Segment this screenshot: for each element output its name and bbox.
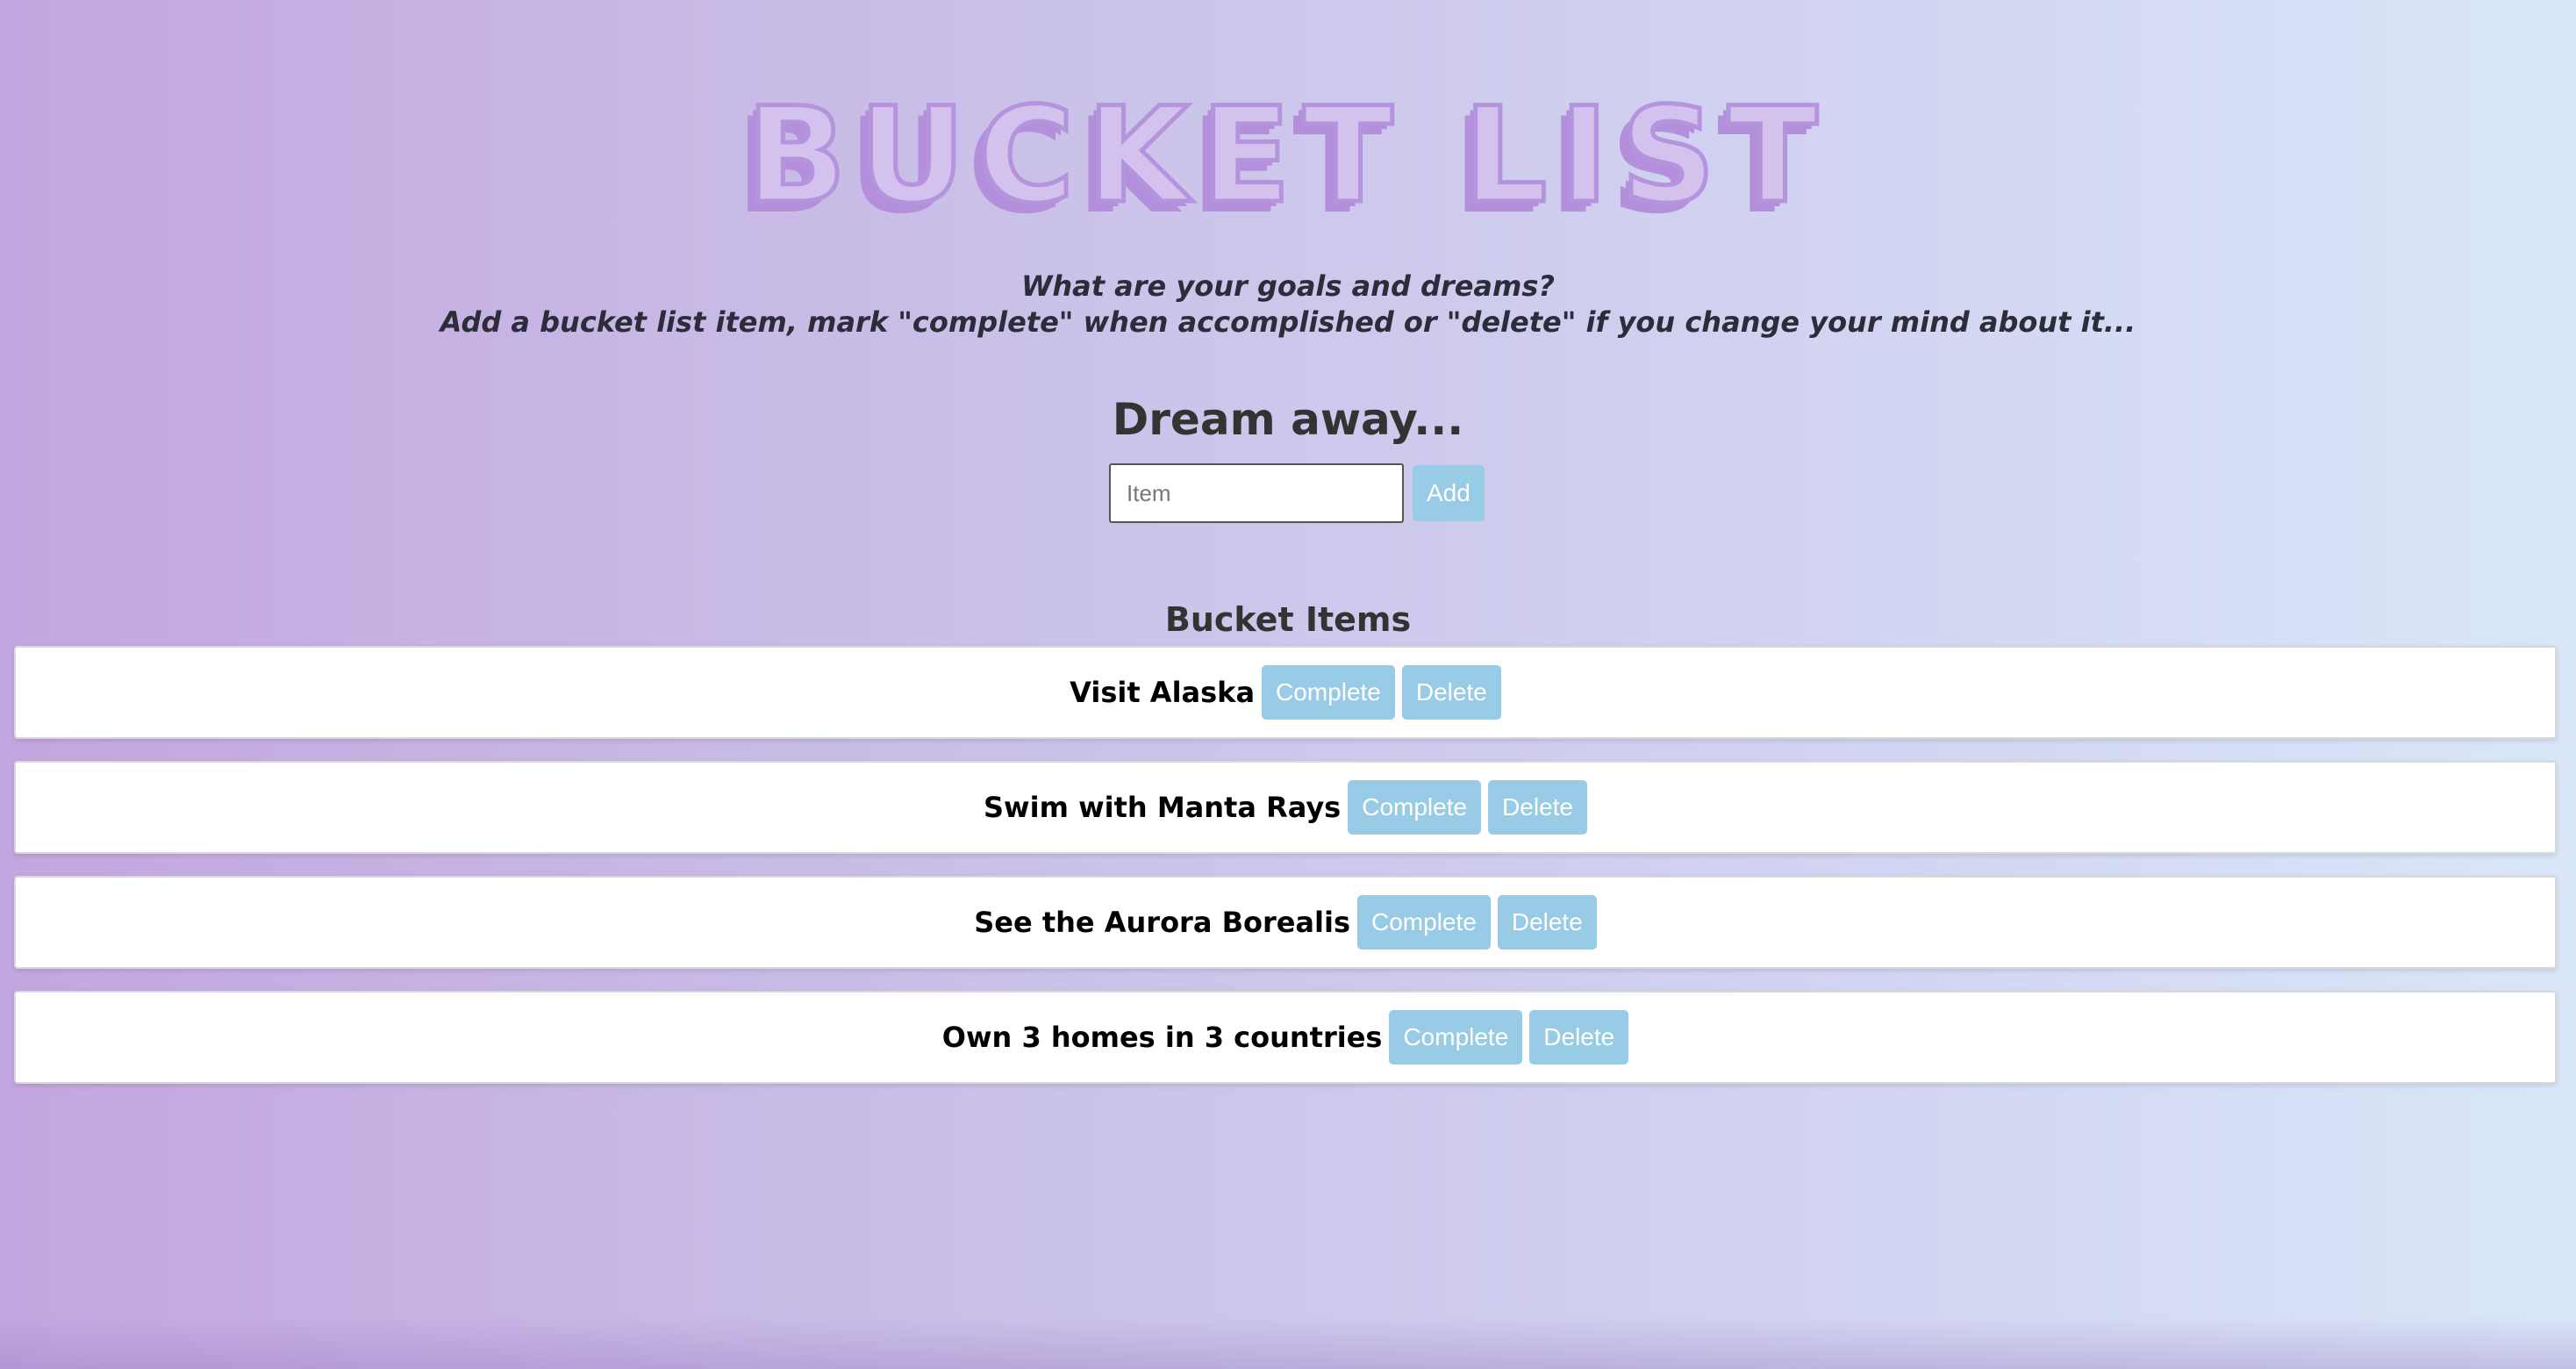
- intro-question: What are your goals and dreams?: [1021, 269, 1555, 303]
- list-item: Visit Alaska Complete Delete: [14, 646, 2557, 739]
- list-heading: Bucket Items: [1164, 600, 1412, 639]
- bucket-items-list: Visit Alaska Complete Delete Swim with M…: [14, 646, 2557, 1106]
- complete-button[interactable]: Complete: [1357, 895, 1491, 950]
- delete-button[interactable]: Delete: [1497, 895, 1597, 950]
- list-item: Own 3 homes in 3 countries Complete Dele…: [14, 991, 2557, 1084]
- delete-button[interactable]: Delete: [1529, 1010, 1629, 1064]
- complete-button[interactable]: Complete: [1348, 780, 1482, 835]
- page-title: BUCKET LIST: [744, 80, 1830, 233]
- delete-button[interactable]: Delete: [1488, 780, 1587, 835]
- add-button[interactable]: Add: [1413, 465, 1485, 521]
- intro-instructions: Add a bucket list item, mark "complete" …: [440, 305, 2136, 339]
- delete-button[interactable]: Delete: [1401, 665, 1501, 720]
- item-input[interactable]: [1109, 463, 1404, 523]
- form-heading: Dream away...: [1112, 394, 1464, 445]
- item-text: Visit Alaska: [1070, 676, 1256, 709]
- intro-text: What are your goals and dreams? Add a bu…: [0, 269, 2576, 340]
- item-text: Swim with Manta Rays: [984, 791, 1342, 824]
- add-item-form: Add: [1109, 462, 1485, 525]
- bucket-list-app: BUCKET LIST What are your goals and drea…: [0, 0, 2576, 1369]
- complete-button[interactable]: Complete: [1262, 665, 1395, 720]
- list-item: Swim with Manta Rays Complete Delete: [14, 761, 2557, 854]
- item-text: See the Aurora Borealis: [974, 906, 1350, 939]
- complete-button[interactable]: Complete: [1389, 1010, 1523, 1064]
- item-text: Own 3 homes in 3 countries: [941, 1021, 1383, 1054]
- list-item: See the Aurora Borealis Complete Delete: [14, 876, 2557, 969]
